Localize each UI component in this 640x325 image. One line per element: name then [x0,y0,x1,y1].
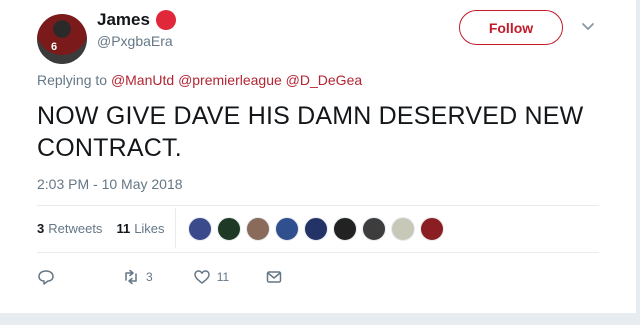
liker-avatar[interactable] [362,217,386,241]
liker-avatar[interactable] [246,217,270,241]
liker-avatar[interactable] [420,217,444,241]
follow-button[interactable]: Follow [459,10,563,45]
likes-count: 11 [116,221,131,236]
tweet-actions: 3 11 [37,268,283,286]
replying-prefix: Replying to [37,72,108,88]
liker-avatar[interactable] [275,217,299,241]
retweet-icon [125,269,137,285]
divider [37,205,599,206]
mention-link[interactable]: @ManUtd [111,72,174,88]
envelope-icon [266,271,282,283]
red-circle-flair-icon [155,10,176,30]
liker-avatars [188,217,449,241]
page-background-strip [0,313,640,325]
retweets-stat[interactable]: 3 Retweets [37,221,102,236]
liker-avatar[interactable] [391,217,415,241]
avatar[interactable]: 6 [37,14,87,64]
stats-separator [175,208,176,248]
divider [37,252,599,253]
liker-avatar[interactable] [333,217,357,241]
retweet-button[interactable]: 3 [122,268,153,286]
user-name-row: James [97,10,176,30]
liker-avatar[interactable] [304,217,328,241]
avatar-jersey-number: 6 [51,41,58,53]
retweets-label: Retweets [48,221,103,236]
liker-avatar[interactable] [188,217,212,241]
reply-icon [38,270,54,285]
mention-link[interactable]: @D_DeGea [286,72,362,88]
replying-to: Replying to @ManUtd @premierleague @D_De… [37,72,362,88]
mention-link[interactable]: @premierleague [178,72,282,88]
display-name[interactable]: James [97,10,150,30]
tweet-text: NOW GIVE DAVE HIS DAMN DESERVED NEW CONT… [37,102,584,162]
reply-button[interactable] [37,268,55,286]
tweet-timestamp[interactable]: 2:03 PM - 10 May 2018 [37,176,183,192]
direct-message-button[interactable] [265,268,283,286]
retweets-count: 3 [37,221,45,236]
likes-stat[interactable]: 11 Likes [116,221,164,236]
likes-label: Likes [134,221,165,236]
retweet-count: 3 [146,270,153,284]
liker-avatar[interactable] [217,217,241,241]
like-button[interactable]: 11 [193,268,229,286]
like-count: 11 [216,270,230,284]
page-edge [636,0,640,325]
heart-icon [193,270,210,284]
tweet-stats: 3 Retweets 11 Likes [37,221,179,236]
user-handle[interactable]: @PxgbaEra [97,33,173,49]
chevron-down-icon[interactable] [580,18,596,34]
